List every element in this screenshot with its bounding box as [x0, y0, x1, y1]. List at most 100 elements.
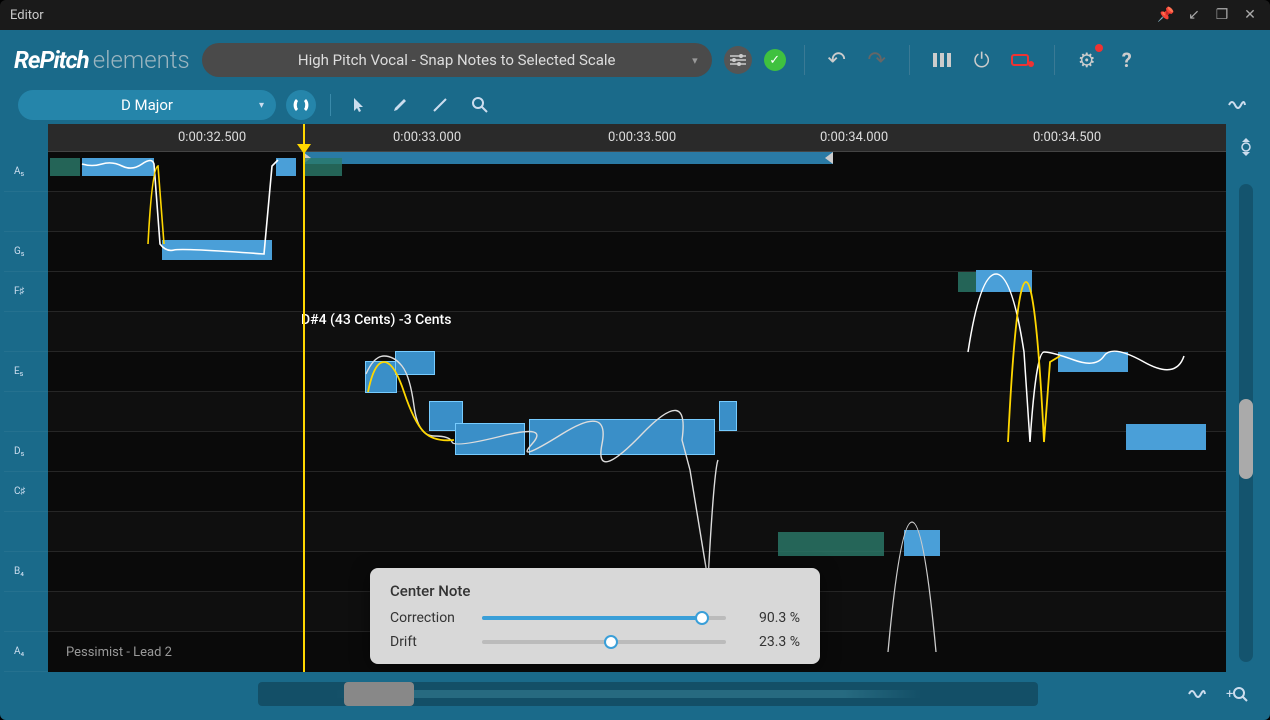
main-canvas[interactable]: 0:00:32.500 0:00:33.000 0:00:33.500 0:00… — [48, 124, 1226, 672]
close-icon[interactable]: ✕ — [1240, 5, 1260, 25]
drift-value: 23.3 % — [740, 634, 800, 650]
key-label[interactable]: A₄ — [4, 632, 48, 672]
wave-view-button[interactable] — [1182, 679, 1212, 709]
time-ruler[interactable]: 0:00:32.500 0:00:33.000 0:00:33.500 0:00… — [48, 124, 1226, 152]
rec-icon — [1011, 52, 1033, 68]
correction-label: Correction — [390, 610, 468, 626]
svg-text:+: + — [1226, 687, 1233, 702]
preset-settings-button[interactable] — [724, 46, 752, 74]
drift-slider[interactable] — [482, 640, 726, 644]
note-block[interactable] — [304, 158, 342, 176]
horizontal-scrollbar[interactable] — [258, 682, 1038, 706]
note-block[interactable] — [1058, 352, 1128, 372]
time-tick: 0:00:34.500 — [1033, 130, 1101, 145]
wave-toggle-button[interactable] — [1222, 90, 1252, 120]
hzoom-icon: + — [1226, 686, 1248, 702]
wave-icon — [1228, 98, 1246, 112]
note-block[interactable] — [396, 352, 434, 374]
correction-value: 90.3 % — [740, 610, 800, 626]
center-note-popup: Center Note Correction 90.3 % Drift — [370, 568, 820, 664]
snap-tool-button[interactable] — [286, 90, 316, 120]
titlebar: Editor 📌 ↙ ❐ ✕ — [0, 0, 1270, 30]
correction-slider[interactable] — [482, 616, 726, 620]
drift-label: Drift — [390, 634, 468, 650]
bars-button[interactable] — [928, 46, 956, 74]
pencil-icon — [392, 97, 408, 113]
record-button[interactable] — [1008, 46, 1036, 74]
key-label[interactable]: G₅ — [4, 232, 48, 272]
note-block[interactable] — [904, 530, 940, 556]
pointer-tool-button[interactable] — [345, 90, 375, 120]
topbar: RePitchelements High Pitch Vocal - Snap … — [4, 34, 1266, 86]
scale-label: D Major — [121, 96, 173, 114]
note-block[interactable] — [530, 420, 714, 454]
window-icon[interactable]: ❐ — [1212, 5, 1232, 25]
range-end-handle[interactable] — [825, 152, 833, 164]
right-toolbar — [1226, 124, 1266, 672]
vertical-scrollbar[interactable] — [1239, 184, 1253, 662]
arrow-icon[interactable]: ↙ — [1184, 5, 1204, 25]
key-label[interactable] — [4, 392, 48, 432]
undo-button[interactable]: ↶ — [823, 46, 851, 74]
horizontal-zoom-button[interactable]: + — [1222, 679, 1252, 709]
pin-icon[interactable]: 📌 — [1156, 5, 1176, 25]
line-icon — [432, 97, 448, 113]
app-logo: RePitchelements — [14, 46, 190, 74]
power-button[interactable]: ⏻ — [968, 46, 996, 74]
key-label[interactable]: D₅ — [4, 432, 48, 472]
settings-button[interactable]: ⚙ — [1073, 46, 1101, 74]
draw-tool-button[interactable] — [385, 90, 415, 120]
time-tick: 0:00:33.000 — [393, 130, 461, 145]
time-tick: 0:00:33.500 — [608, 130, 676, 145]
piano-ruler: A₅ G₅ F♯ E₅ D₅ C♯ B₄ A₄ — [4, 124, 48, 672]
track-name-label: Pessimist - Lead 2 — [66, 645, 172, 660]
pitch-editor[interactable]: A₅ G₅ F♯ E₅ D₅ C♯ B₄ A₄ 0:00:32.500 0:00… — [4, 124, 1266, 672]
note-block[interactable] — [778, 532, 884, 556]
chevron-down-icon: ▾ — [259, 100, 264, 111]
hscrollbar-thumb[interactable] — [344, 682, 414, 706]
slider-thumb[interactable] — [695, 611, 709, 625]
key-label[interactable] — [4, 192, 48, 232]
slider-thumb[interactable] — [604, 635, 618, 649]
key-label[interactable]: C♯ — [4, 472, 48, 512]
line-tool-button[interactable] — [425, 90, 455, 120]
note-block[interactable] — [456, 424, 524, 454]
note-block[interactable] — [50, 158, 80, 176]
redo-button[interactable]: ↷ — [863, 46, 891, 74]
note-block[interactable] — [976, 270, 1032, 292]
toolbar: D Major ▾ — [4, 86, 1266, 124]
time-tick: 0:00:34.000 — [820, 130, 888, 145]
note-block[interactable] — [276, 158, 296, 176]
horseshoe-icon — [292, 96, 310, 114]
bottombar: + — [4, 672, 1266, 716]
key-label[interactable]: F♯ — [4, 272, 48, 312]
wave-icon — [1188, 687, 1206, 701]
preset-selector[interactable]: High Pitch Vocal - Snap Notes to Selecte… — [202, 43, 712, 77]
selection-range[interactable] — [303, 152, 833, 164]
vertical-zoom-button[interactable] — [1231, 132, 1261, 162]
bars-icon — [932, 51, 952, 69]
zoom-tool-button[interactable] — [465, 90, 495, 120]
note-block[interactable] — [720, 402, 736, 430]
note-block[interactable] — [366, 362, 396, 392]
status-ok-indicator[interactable]: ✓ — [764, 49, 786, 71]
key-label[interactable]: B₄ — [4, 552, 48, 592]
key-label[interactable] — [4, 312, 48, 352]
note-block[interactable] — [162, 240, 272, 260]
scale-selector[interactable]: D Major ▾ — [18, 90, 276, 120]
pointer-icon — [353, 97, 367, 113]
window-title: Editor — [10, 8, 44, 23]
note-block[interactable] — [1126, 424, 1206, 450]
note-block[interactable] — [82, 158, 154, 176]
key-label[interactable]: A₅ — [4, 152, 48, 192]
note-block[interactable] — [958, 272, 978, 292]
key-label[interactable] — [4, 592, 48, 632]
playhead[interactable] — [303, 124, 305, 672]
vzoom-icon — [1238, 137, 1254, 157]
vscrollbar-thumb[interactable] — [1239, 399, 1253, 479]
preset-label: High Pitch Vocal - Snap Notes to Selecte… — [298, 51, 616, 69]
help-button[interactable]: ? — [1113, 46, 1141, 74]
key-label[interactable] — [4, 512, 48, 552]
key-label[interactable]: E₅ — [4, 352, 48, 392]
popup-title: Center Note — [390, 582, 800, 600]
